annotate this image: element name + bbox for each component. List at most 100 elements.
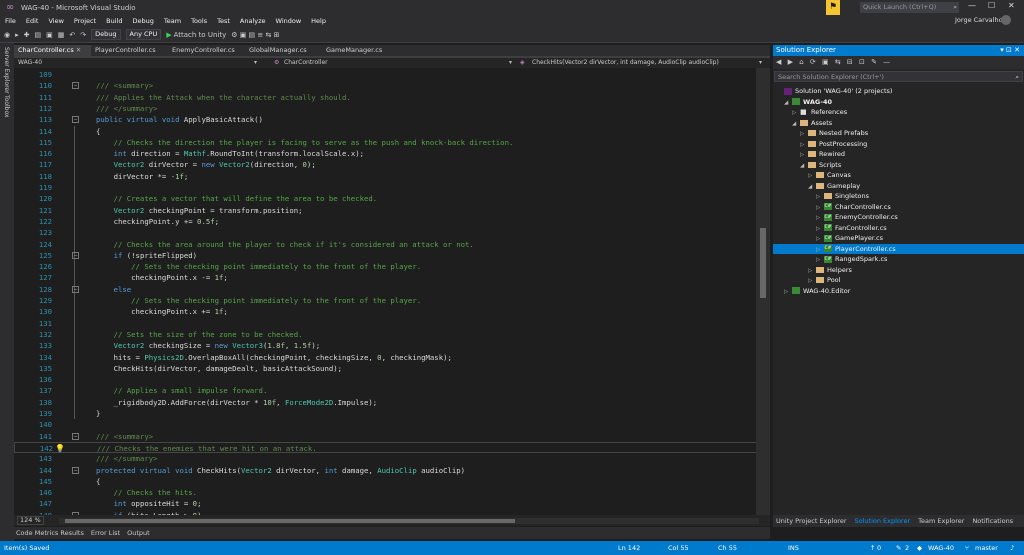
panel-controls-icon[interactable]: ▾ ⊡ ✕ — [1000, 45, 1020, 56]
platform-select[interactable]: Any CPU — [125, 29, 162, 40]
menu-item-project[interactable]: Project — [74, 17, 96, 25]
avatar[interactable] — [1001, 15, 1011, 25]
code-line[interactable]: 140 — [14, 419, 758, 430]
code-line[interactable]: 124 // Checks the area around the player… — [14, 239, 758, 250]
tree-item[interactable]: ▷ C# CharController.cs — [773, 202, 1024, 213]
toolbar-extra-icons[interactable]: ⚙ ▣ ▤ ≡ ⇆ ⊞ — [231, 31, 279, 39]
quick-launch-input[interactable]: Quick Launch (Ctrl+Q) ⌕ — [860, 2, 959, 13]
code-line[interactable]: 113 public virtual void ApplyBasicAttack(… — [14, 114, 758, 125]
repo-icon[interactable]: ◆ — [917, 544, 922, 552]
code-line[interactable]: 126 // Sets the checking point immediate… — [14, 261, 758, 272]
tab-team-explorer[interactable]: Team Explorer — [917, 517, 965, 525]
solution-search-input[interactable]: Search Solution Explorer (Ctrl+') ⌕ — [774, 71, 1023, 82]
toolbox-tab[interactable]: Toolbox — [3, 95, 10, 118]
branch-icon[interactable]: ⑂ — [965, 544, 969, 552]
tree-item[interactable]: ▷ Nested Prefabs — [773, 128, 1024, 139]
tree-item[interactable]: ▷ WAG-40.Editor — [773, 286, 1024, 297]
scrollbar-thumb[interactable] — [65, 519, 515, 523]
code-line[interactable]: 132 // Sets the size of the zone to be c… — [14, 329, 758, 340]
menu-item-test[interactable]: Test — [217, 17, 230, 25]
collapse-icon[interactable]: − — [72, 82, 79, 90]
code-line[interactable]: 118 dirVector *= -1f; — [14, 171, 758, 182]
code-line[interactable]: 133 Vector2 checkingSize = new Vector3(1… — [14, 340, 758, 351]
code-line[interactable]: 119 — [14, 182, 758, 193]
solution-explorer-toolbar[interactable]: ◀ ▶ ⌂ ⟳ ▣ ⇆ ⊟ ⊡ ✎ — — [773, 56, 1024, 69]
attach-to-unity-button[interactable]: Attach to Unity — [174, 31, 227, 39]
collapse-icon[interactable]: − — [72, 251, 79, 259]
redo-icon[interactable]: ↷ — [80, 31, 86, 39]
user-name[interactable]: Jorge Carvalho — [955, 16, 1003, 24]
close-icon[interactable]: ✕ — [76, 46, 81, 54]
code-line[interactable]: 122 checkingPoint.y += 0.5f; — [14, 216, 758, 227]
code-line[interactable]: 135 CheckHits(dirVector, damageDealt, ba… — [14, 363, 758, 374]
code-line[interactable]: 131 — [14, 318, 758, 329]
code-line[interactable]: 142/// Checks the enemies that were hit … — [14, 441, 758, 454]
nav-member-dropdown[interactable]: CheckHits(Vector2 dirVector, int damage,… — [532, 59, 719, 66]
server-explorer-tab[interactable]: Server Explorer — [3, 47, 10, 94]
save-icon[interactable]: ▣ — [46, 31, 53, 39]
tree-item[interactable]: ▷ Helpers — [773, 265, 1024, 276]
expand-arrow-icon[interactable]: ▷ — [784, 287, 792, 298]
tab-output[interactable]: Output — [127, 529, 150, 537]
code-line[interactable]: 144 protected virtual void CheckHits(Vect… — [14, 465, 758, 476]
code-line[interactable]: 112 /// </summary> — [14, 103, 758, 114]
collapse-icon[interactable]: − — [72, 285, 79, 293]
menu-item-analyze[interactable]: Analyze — [240, 17, 266, 25]
code-editor[interactable]: 109 110 /// <summary> − 111 /// Applies the A… — [14, 68, 770, 515]
menu-item-view[interactable]: View — [48, 17, 63, 25]
code-line[interactable]: 146 // Checks the hits. — [14, 487, 758, 498]
menu-item-edit[interactable]: Edit — [26, 17, 39, 25]
code-line[interactable]: 121 Vector2 checkingPoint = transform.po… — [14, 205, 758, 216]
tab-notifications[interactable]: Notifications — [971, 517, 1014, 525]
code-line[interactable]: 123 — [14, 227, 758, 238]
tab-charcontroller-cs[interactable]: CharController.cs ✕ — [14, 45, 91, 56]
code-line[interactable]: 109 — [14, 69, 758, 80]
tab-enemycontroller-cs[interactable]: EnemyController.cs — [168, 45, 245, 56]
zoom-select[interactable]: 124 % — [17, 516, 44, 525]
tree-item[interactable]: ◢ WAG-40 — [773, 97, 1024, 108]
tree-item[interactable]: ▷ C# GamePlayer.cs — [773, 233, 1024, 244]
tab-code-metrics-results[interactable]: Code Metrics Results — [16, 529, 84, 537]
tree-item[interactable]: ▷ PostProcessing — [773, 139, 1024, 150]
tab-unity-project-explorer[interactable]: Unity Project Explorer — [775, 517, 848, 525]
tree-item[interactable]: ▷ C# EnemyController.cs — [773, 212, 1024, 223]
tab-error-list[interactable]: Error List — [91, 529, 120, 537]
tab-globalmanager-cs[interactable]: GlobalManager.cs — [245, 45, 322, 56]
new-item-icon[interactable]: ✚ — [24, 31, 30, 39]
menu-item-help[interactable]: Help — [311, 17, 326, 25]
code-line[interactable]: 130 checkingPoint.x += 1f; — [14, 306, 758, 317]
code-line[interactable]: 120 // Creates a vector that will define… — [14, 193, 758, 204]
tree-item[interactable]: ▷ C# FanController.cs — [773, 223, 1024, 234]
nav-project-dropdown[interactable]: WAG-40 — [18, 59, 42, 66]
code-line[interactable]: 143 /// </summary> — [14, 453, 758, 464]
menu-item-file[interactable]: File — [5, 17, 16, 25]
menu-item-build[interactable]: Build — [106, 17, 122, 25]
menu-item-window[interactable]: Window — [276, 17, 302, 25]
code-line[interactable]: 117 Vector2 dirVector = new Vector2(dire… — [14, 159, 758, 170]
menu-item-tools[interactable]: Tools — [191, 17, 207, 25]
play-icon[interactable]: ▶ — [166, 31, 171, 39]
nav-class-dropdown[interactable]: CharController — [284, 59, 328, 66]
pencil-icon[interactable]: ✎ — [896, 544, 901, 552]
code-line[interactable]: 129 // Sets the checking point immediate… — [14, 295, 758, 306]
tree-item[interactable]: ▷ Pool — [773, 275, 1024, 286]
tree-item[interactable]: Solution 'WAG-40' (2 projects) — [773, 86, 1024, 97]
code-line[interactable]: 138 _rigidbody2D.AddForce(dirVector * 10… — [14, 397, 758, 408]
code-line[interactable]: 111 /// Applies the Attack when the chara… — [14, 92, 758, 103]
code-line[interactable]: 145 { — [14, 476, 758, 487]
status-project[interactable]: WAG-40 — [928, 544, 954, 552]
notification-flag-icon[interactable]: ⚑ — [826, 0, 840, 15]
code-line[interactable]: 114 { — [14, 126, 758, 137]
tab-playercontroller-cs[interactable]: PlayerController.cs — [91, 45, 168, 56]
maximize-button[interactable]: ☐ — [988, 1, 995, 10]
code-line[interactable]: 141 /// <summary> − — [14, 431, 758, 442]
save-all-icon[interactable]: ▦ — [58, 31, 65, 39]
code-line[interactable]: 136 — [14, 374, 758, 385]
configuration-select[interactable]: Debug — [91, 29, 121, 40]
collapse-icon[interactable]: − — [72, 466, 79, 474]
back-icon[interactable]: ◉ — [4, 31, 10, 39]
tree-item[interactable]: ▷ C# PlayerController.cs — [773, 243, 1024, 254]
tree-item[interactable]: ▷ Rewired — [773, 149, 1024, 160]
editor-horizontal-scrollbar[interactable] — [59, 518, 759, 524]
editor-vertical-scrollbar[interactable] — [756, 68, 770, 515]
